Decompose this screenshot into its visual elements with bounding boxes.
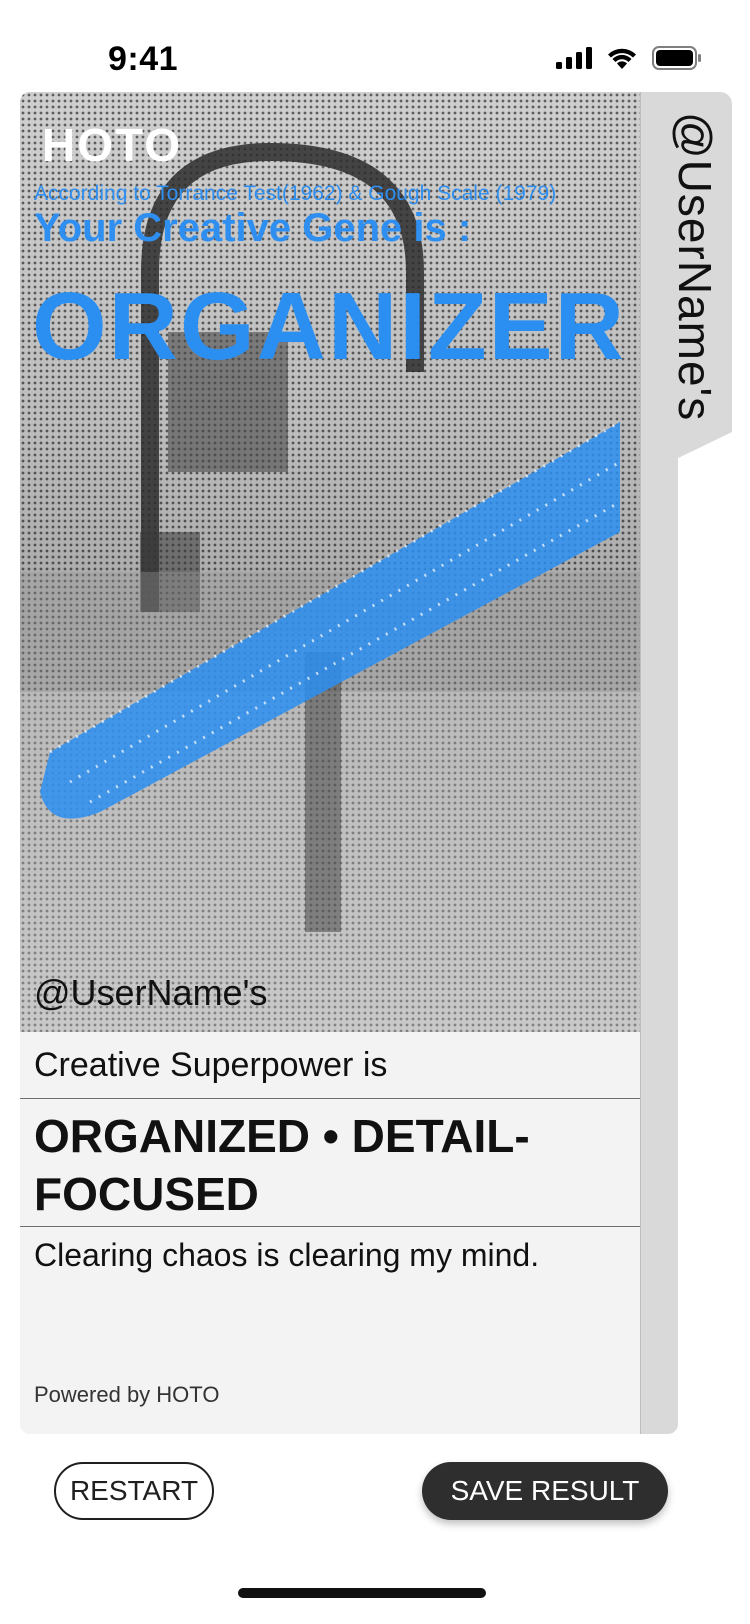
- username: @UserName's: [34, 972, 268, 1013]
- superpower-row: Creative Superpower is: [20, 1032, 640, 1098]
- result-card: HOTO According to Torrance Test(1962) & …: [20, 92, 641, 1434]
- save-result-button[interactable]: SAVE RESULT: [422, 1462, 668, 1520]
- powered-by: Powered by HOTO: [34, 1382, 220, 1407]
- superpower-label: Creative Superpower is: [34, 1046, 388, 1084]
- gene-type-title: ORGANIZER: [32, 273, 626, 380]
- restart-button[interactable]: RESTART: [54, 1462, 214, 1520]
- status-icons: [556, 46, 702, 70]
- brand-logo: HOTO: [42, 119, 183, 171]
- quote-text: Clearing chaos is clearing my mind.: [34, 1237, 540, 1273]
- gene-label: Your Creative Gene is :: [34, 206, 472, 250]
- home-indicator: [238, 1588, 486, 1598]
- superpower-traits: ORGANIZED • DETAIL-FOCUSED: [34, 1110, 530, 1220]
- wifi-icon: [608, 48, 636, 69]
- cellular-signal-icon: [556, 47, 592, 69]
- side-tab-username: @UserName's: [669, 112, 721, 422]
- battery-icon: [652, 46, 701, 70]
- citation-text: According to Torrance Test(1962) & Gough…: [34, 182, 557, 205]
- traits-row: ORGANIZED • DETAIL-FOCUSED: [20, 1098, 640, 1227]
- status-time: 9:41: [108, 40, 179, 78]
